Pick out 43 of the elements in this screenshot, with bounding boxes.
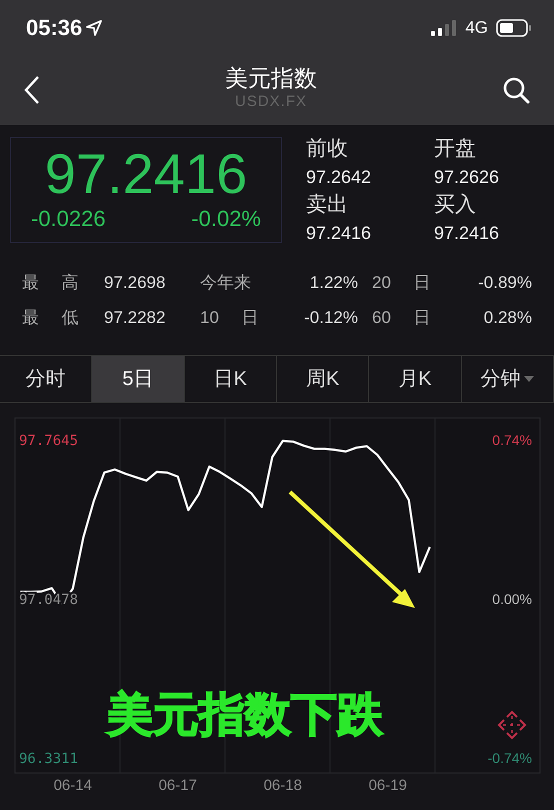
battery-icon: [496, 18, 532, 36]
date-label: 06-14: [54, 777, 92, 794]
date-label: 06-19: [368, 777, 407, 794]
axis-label: 97.7645: [19, 432, 78, 449]
stat-label: 今年来: [200, 272, 252, 294]
date-label: 06-17: [158, 777, 197, 794]
location-arrow-icon: [86, 20, 102, 36]
stat-value: 0.28%: [482, 306, 532, 329]
field-label: 卖出: [306, 193, 349, 218]
stat-label: 最 高: [22, 272, 80, 294]
stat-value: 1.22%: [308, 272, 359, 294]
period-tab[interactable]: 5日: [92, 356, 185, 402]
field-label: 前收: [306, 137, 349, 162]
stat-label: 最 低: [22, 306, 80, 329]
stat-label: 20 日: [372, 272, 432, 294]
field-label: 开盘: [434, 137, 477, 162]
price-change: -0.0226: [31, 205, 106, 233]
stat-value: -0.89%: [477, 272, 532, 294]
stat-value: 97.2282: [104, 306, 166, 329]
stat-value: -0.12%: [303, 306, 359, 329]
page-title: 美元指数: [225, 66, 317, 92]
date-label: 06-18: [264, 777, 302, 794]
stat-label: 60 日: [372, 306, 432, 329]
signal-icon: [431, 20, 458, 36]
field-value: 97.2416: [306, 223, 372, 246]
move-icon[interactable]: [498, 710, 526, 740]
field-label: 买入: [434, 193, 477, 218]
percent-label: 0.74%: [492, 432, 532, 448]
stat-label: 10 日: [200, 306, 260, 329]
back-button[interactable]: [24, 75, 40, 105]
network-label: 4G: [465, 16, 488, 39]
axis-label: 96.3311: [19, 751, 78, 767]
stat-value: 97.2698: [104, 272, 166, 294]
percent-label: -0.74%: [488, 750, 532, 766]
percent-label: 0.00%: [492, 590, 532, 607]
chart-caption: 美元指数下跌: [107, 688, 383, 740]
clock-time: 05:36: [26, 14, 82, 42]
current-price: 97.2416: [44, 146, 248, 202]
field-value: 97.2642: [306, 166, 372, 189]
search-button[interactable]: [502, 76, 530, 104]
field-value: 97.2416: [434, 223, 500, 246]
percent-change: -0.02%: [191, 205, 261, 233]
field-value: 97.2626: [434, 166, 500, 189]
